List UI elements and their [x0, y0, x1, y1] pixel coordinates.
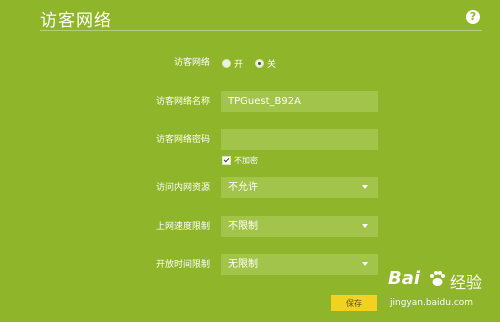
radio-on-label: 开	[234, 59, 244, 70]
guest-network-label: 访客网络	[173, 58, 210, 68]
ssid-input[interactable]: TPGuest_B92A	[221, 91, 378, 112]
radio-selected-icon	[255, 58, 265, 68]
radio-off-label: 关	[267, 59, 277, 70]
checkbox-checked-icon	[222, 156, 231, 165]
lan-access-select[interactable]: 不允许	[221, 177, 378, 198]
password-label: 访客网络密码	[155, 135, 210, 145]
time-limit-value: 无限制	[228, 259, 258, 270]
baidu-jingyan-watermark: Bai 经验 jingyan.baidu.com	[388, 268, 498, 318]
help-icon[interactable]: ?	[466, 10, 480, 24]
lan-access-value: 不允许	[228, 182, 258, 193]
time-limit-select[interactable]: 无限制	[221, 254, 378, 275]
watermark-brand-left: Bai	[388, 268, 421, 289]
radio-off-icon	[222, 58, 231, 68]
watermark-brand-right: 经验	[450, 273, 483, 292]
paw-icon	[430, 271, 445, 286]
chevron-down-icon	[362, 185, 368, 189]
title-divider	[40, 30, 482, 31]
chevron-down-icon	[362, 224, 368, 228]
speed-limit-value: 不限制	[228, 221, 258, 232]
no-encrypt-checkbox[interactable]: 不加密	[222, 155, 258, 166]
speed-limit-label: 上网速度限制	[155, 222, 210, 232]
watermark-url: jingyan.baidu.com	[390, 298, 474, 308]
save-button[interactable]: 保存	[331, 295, 377, 311]
guest-network-radio-group: 开 关	[222, 57, 288, 70]
no-encrypt-label: 不加密	[234, 156, 258, 165]
guest-network-on-radio[interactable]: 开	[222, 57, 243, 70]
lan-access-label: 访问内网资源	[155, 183, 210, 193]
guest-network-off-radio[interactable]: 关	[255, 57, 276, 70]
speed-limit-select[interactable]: 不限制	[221, 216, 378, 237]
chevron-down-icon	[362, 262, 368, 266]
page-title: 访客网络	[40, 11, 112, 31]
password-input[interactable]	[221, 129, 378, 150]
ssid-label: 访客网络名称	[155, 97, 210, 107]
time-limit-label: 开放时间限制	[155, 260, 210, 270]
